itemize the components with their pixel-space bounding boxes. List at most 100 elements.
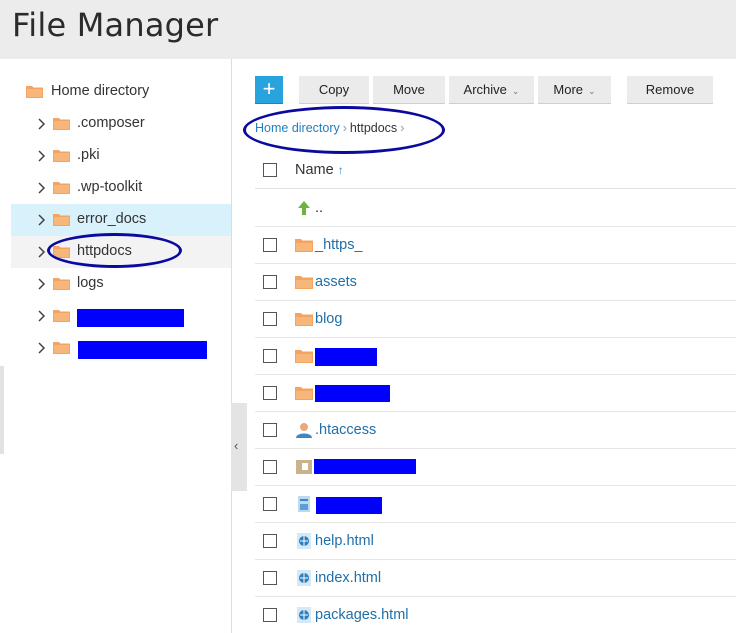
chevron-down-icon: ⌄ xyxy=(511,86,520,96)
tree-item-redacted-1[interactable] xyxy=(11,300,231,332)
file-row[interactable] xyxy=(255,375,736,412)
name-column-header[interactable]: Name ↑ xyxy=(295,162,344,178)
archive-dropdown-button[interactable]: Archive ⌄ xyxy=(449,76,534,104)
chevron-left-icon: ‹ xyxy=(234,438,239,453)
file-row[interactable]: .htaccess xyxy=(255,412,736,449)
tree-item-label: logs xyxy=(77,275,104,291)
folder-icon xyxy=(53,246,70,258)
chevron-right-icon[interactable] xyxy=(37,278,47,290)
folder-icon xyxy=(26,86,43,98)
file-row[interactable]: assets xyxy=(255,264,736,301)
row-checkbox[interactable] xyxy=(263,349,277,363)
window-title: File Manager xyxy=(12,6,219,44)
more-button-label: More xyxy=(553,82,584,97)
breadcrumb-home-link[interactable]: Home directory xyxy=(255,121,340,135)
document-file-icon xyxy=(298,496,310,512)
sort-ascending-icon: ↑ xyxy=(337,163,344,177)
file-name[interactable]: .htaccess xyxy=(315,422,376,438)
tree-item-label: error_docs xyxy=(77,211,147,227)
file-row-parent[interactable]: .. xyxy=(255,190,736,227)
file-row[interactable]: packages.html xyxy=(255,597,736,633)
remove-button[interactable]: Remove xyxy=(627,76,713,104)
file-row[interactable]: index.html xyxy=(255,560,736,597)
file-row[interactable]: _https_ xyxy=(255,227,736,264)
tree-item-httpdocs[interactable]: httpdocs xyxy=(11,236,231,268)
archive-file-icon xyxy=(296,460,312,474)
more-dropdown-button[interactable]: More ⌄ xyxy=(538,76,611,104)
chevron-right-icon[interactable] xyxy=(37,214,47,226)
row-checkbox[interactable] xyxy=(263,460,277,474)
folder-icon xyxy=(53,118,70,130)
folder-icon xyxy=(53,214,70,226)
row-checkbox[interactable] xyxy=(263,497,277,511)
name-column-label: Name xyxy=(295,162,334,178)
row-checkbox[interactable] xyxy=(263,571,277,585)
redaction-block xyxy=(315,348,377,366)
row-checkbox[interactable] xyxy=(263,238,277,252)
redaction-block xyxy=(77,309,184,327)
row-checkbox[interactable] xyxy=(263,423,277,437)
tree-item-redacted-2[interactable] xyxy=(11,332,231,364)
tree-item-wp-toolkit[interactable]: .wp-toolkit xyxy=(11,172,231,204)
tree-item-label: .composer xyxy=(77,115,145,131)
chevron-right-icon[interactable] xyxy=(37,342,47,354)
redaction-block xyxy=(316,497,382,514)
folder-icon xyxy=(53,342,70,354)
file-name[interactable]: .. xyxy=(315,200,323,216)
folder-icon xyxy=(295,276,313,289)
html-file-icon xyxy=(297,607,311,623)
row-checkbox[interactable] xyxy=(263,608,277,622)
file-row[interactable] xyxy=(255,486,736,523)
parent-dir-up-icon xyxy=(298,201,310,215)
breadcrumb-separator: › xyxy=(400,121,405,135)
breadcrumb-current: httpdocs xyxy=(349,121,398,135)
folder-icon xyxy=(295,239,313,252)
title-bar: File Manager xyxy=(0,0,736,59)
tree-item-home-directory[interactable]: Home directory xyxy=(11,76,231,108)
redaction-block xyxy=(315,385,390,402)
tree-item-label: httpdocs xyxy=(77,243,132,259)
chevron-right-icon[interactable] xyxy=(37,150,47,162)
folder-icon xyxy=(53,182,70,194)
tree-item-error-docs[interactable]: error_docs xyxy=(11,204,231,236)
chevron-down-icon: ⌄ xyxy=(588,86,596,96)
chevron-right-icon[interactable] xyxy=(37,118,47,130)
folder-icon xyxy=(53,150,70,162)
chevron-right-icon[interactable] xyxy=(37,310,47,322)
file-table-header: Name ↑ xyxy=(255,152,736,189)
add-button[interactable]: + xyxy=(255,76,283,104)
html-file-icon xyxy=(297,533,311,549)
file-name[interactable]: blog xyxy=(315,311,342,327)
file-name[interactable]: index.html xyxy=(315,570,381,586)
redaction-block xyxy=(78,341,207,359)
row-checkbox[interactable] xyxy=(263,275,277,289)
sidebar-collapse-handle[interactable]: ‹ xyxy=(231,403,247,491)
select-all-checkbox[interactable] xyxy=(263,163,277,177)
file-name[interactable]: help.html xyxy=(315,533,374,549)
move-button[interactable]: Move xyxy=(373,76,445,104)
row-checkbox[interactable] xyxy=(263,534,277,548)
html-file-icon xyxy=(297,570,311,586)
file-name[interactable]: _https_ xyxy=(315,237,363,253)
file-row[interactable]: blog xyxy=(255,301,736,338)
tree-item-logs[interactable]: logs xyxy=(11,268,231,300)
folder-icon xyxy=(295,350,313,363)
row-checkbox[interactable] xyxy=(263,386,277,400)
file-row[interactable] xyxy=(255,449,736,486)
file-name[interactable]: assets xyxy=(315,274,357,290)
copy-button[interactable]: Copy xyxy=(299,76,369,104)
tree-item-pki[interactable]: .pki xyxy=(11,140,231,172)
file-row[interactable] xyxy=(255,338,736,375)
folder-icon xyxy=(53,278,70,290)
tree-item-label: .pki xyxy=(77,147,100,163)
chevron-right-icon[interactable] xyxy=(37,246,47,258)
folder-icon xyxy=(295,313,313,326)
tree-item-composer[interactable]: .composer xyxy=(11,108,231,140)
row-checkbox[interactable] xyxy=(263,312,277,326)
chevron-right-icon[interactable] xyxy=(37,182,47,194)
file-name[interactable]: packages.html xyxy=(315,607,409,623)
file-row[interactable]: help.html xyxy=(255,523,736,560)
left-edge-handle xyxy=(0,366,4,454)
folder-icon xyxy=(53,310,70,322)
folder-icon xyxy=(295,387,313,400)
